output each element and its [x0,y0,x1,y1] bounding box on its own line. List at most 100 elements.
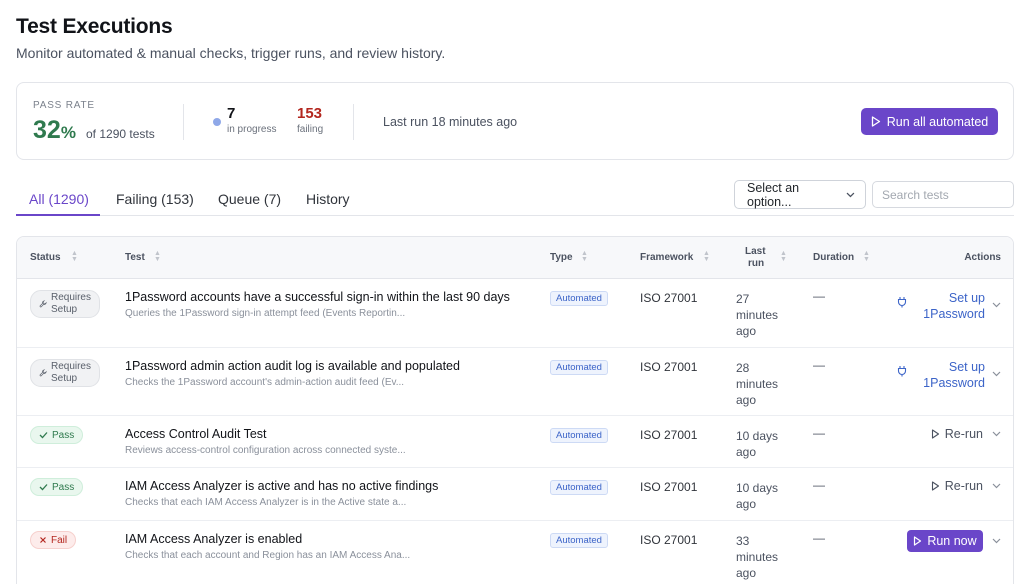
test-name[interactable]: IAM Access Analyzer is active and has no… [125,479,438,493]
table-row[interactable]: Requires Setup 1Password accounts have a … [17,279,1013,348]
failing-label: failing [297,124,324,135]
type-badge: Automated [550,533,608,548]
status-badge: Requires Setup [30,290,100,318]
type-badge: Automated [550,480,608,495]
test-description: Queries the 1Password sign-in attempt fe… [125,308,406,319]
filter-select-value: Select an option... [747,180,800,209]
sort-icon[interactable]: ▲ ▼ [780,250,787,263]
x-icon [40,537,46,543]
column-test[interactable]: Test [125,252,145,263]
chevron-down-icon[interactable] [992,483,1001,489]
sort-icon[interactable]: ▲ ▼ [154,250,161,263]
column-duration[interactable]: Duration [813,252,854,263]
search-input[interactable] [872,181,1014,208]
table-header: Status ▲ ▼ Test ▲ ▼ Type ▲ ▼ Framework ▲ ▼ L… [17,237,1013,279]
run-all-automated-button[interactable]: Run all automated [861,108,998,135]
set-up-1password-link[interactable]: Set up 1Password [923,290,985,322]
table-row[interactable]: Requires Setup 1Password admin action aud… [17,348,1013,416]
chevron-down-icon [846,192,855,197]
plug-icon [897,366,907,377]
framework-cell: ISO 27001 [640,480,698,494]
last-run-cell: 28 minutes ago [736,361,779,407]
test-name[interactable]: 1Password accounts have a successful sig… [125,290,510,304]
framework-cell: ISO 27001 [640,533,698,547]
test-description: Reviews access-control configuration acr… [125,445,406,456]
page-title: Test Executions [16,15,173,38]
framework-cell: ISO 27001 [640,428,698,442]
duration-cell: — [813,358,825,372]
chevron-down-icon[interactable] [992,371,1001,377]
divider [183,104,184,140]
set-up-1password-link[interactable]: Set up 1Password [923,359,985,391]
column-last-run-line1[interactable]: Last [745,246,766,257]
check-icon [39,432,48,439]
status-badge: Pass [30,426,84,444]
pass-rate-total: of 1290 tests [86,127,155,141]
tab-history[interactable]: History [306,191,350,207]
column-last-run-line2[interactable]: run [748,258,764,269]
wrench-icon [39,300,47,308]
filter-select[interactable]: Select an option... [734,180,866,209]
table-row[interactable]: Fail IAM Access Analyzer is enabled Chec… [17,521,1013,584]
tests-table: Status ▲ ▼ Test ▲ ▼ Type ▲ ▼ Framework ▲ ▼ L… [16,236,1014,584]
re-run-button[interactable]: Re-run [931,479,983,493]
last-run-cell: 33 minutes ago [736,534,779,580]
status-badge: Fail [30,531,77,549]
sort-icon[interactable]: ▲ ▼ [703,250,710,263]
test-name[interactable]: IAM Access Analyzer is enabled [125,532,302,546]
column-type[interactable]: Type [550,252,573,263]
sort-icon[interactable]: ▲ ▼ [71,250,78,263]
test-name[interactable]: 1Password admin action audit log is avai… [125,359,460,373]
wrench-icon [39,369,47,377]
column-actions: Actions [964,252,1001,263]
last-run-cell: 10 days ago [736,429,779,459]
pass-rate-label: PASS RATE [33,100,95,111]
status-badge: Pass [30,478,84,496]
duration-cell: — [813,531,825,545]
pass-rate-value: 32% [33,116,76,144]
duration-cell: — [813,426,825,440]
run-all-automated-label: Run all automated [886,114,989,129]
last-run-cell: 27 minutes ago [736,292,779,338]
column-status[interactable]: Status [30,252,61,263]
sort-icon[interactable]: ▲ ▼ [863,250,870,263]
tab-queue[interactable]: Queue (7) [218,191,281,207]
status-badge: Requires Setup [30,359,100,387]
plug-icon [897,297,907,308]
last-run-text: Last run 18 minutes ago [383,115,518,129]
type-badge: Automated [550,428,608,443]
chevron-down-icon[interactable] [992,538,1001,544]
in-progress-label: in progress [227,124,277,135]
in-progress-count: 7 [227,105,236,122]
framework-cell: ISO 27001 [640,291,698,305]
tab-all[interactable]: All (1290) [29,191,89,207]
tab-failing[interactable]: Failing (153) [116,191,194,207]
test-description: Checks that each IAM Access Analyzer is … [125,497,407,508]
play-icon [931,481,939,491]
chevron-down-icon[interactable] [992,431,1001,437]
run-now-button[interactable]: Run now [907,530,983,552]
page-subtitle: Monitor automated & manual checks, trigg… [16,45,446,61]
type-badge: Automated [550,291,608,306]
column-framework[interactable]: Framework [640,252,693,263]
play-icon [914,536,922,546]
duration-cell: — [813,478,825,492]
table-row[interactable]: Pass Access Control Audit Test Reviews a… [17,416,1013,468]
framework-cell: ISO 27001 [640,360,698,374]
play-icon [871,116,880,127]
type-badge: Automated [550,360,608,375]
test-name[interactable]: Access Control Audit Test [125,427,267,441]
chevron-down-icon[interactable] [992,302,1001,308]
last-run-cell: 10 days ago [736,481,779,511]
play-icon [931,429,939,439]
failing-count: 153 [297,105,323,122]
in-progress-dot-icon [213,118,221,126]
duration-cell: — [813,289,825,303]
test-description: Checks the 1Password account's admin-act… [125,377,405,388]
divider [353,104,354,140]
sort-icon[interactable]: ▲ ▼ [581,250,588,263]
table-row[interactable]: Pass IAM Access Analyzer is active and h… [17,468,1013,521]
re-run-button[interactable]: Re-run [931,427,983,441]
summary-card: PASS RATE 32% of 1290 tests 7 in progres… [16,82,1014,160]
active-tab-indicator [16,214,100,216]
